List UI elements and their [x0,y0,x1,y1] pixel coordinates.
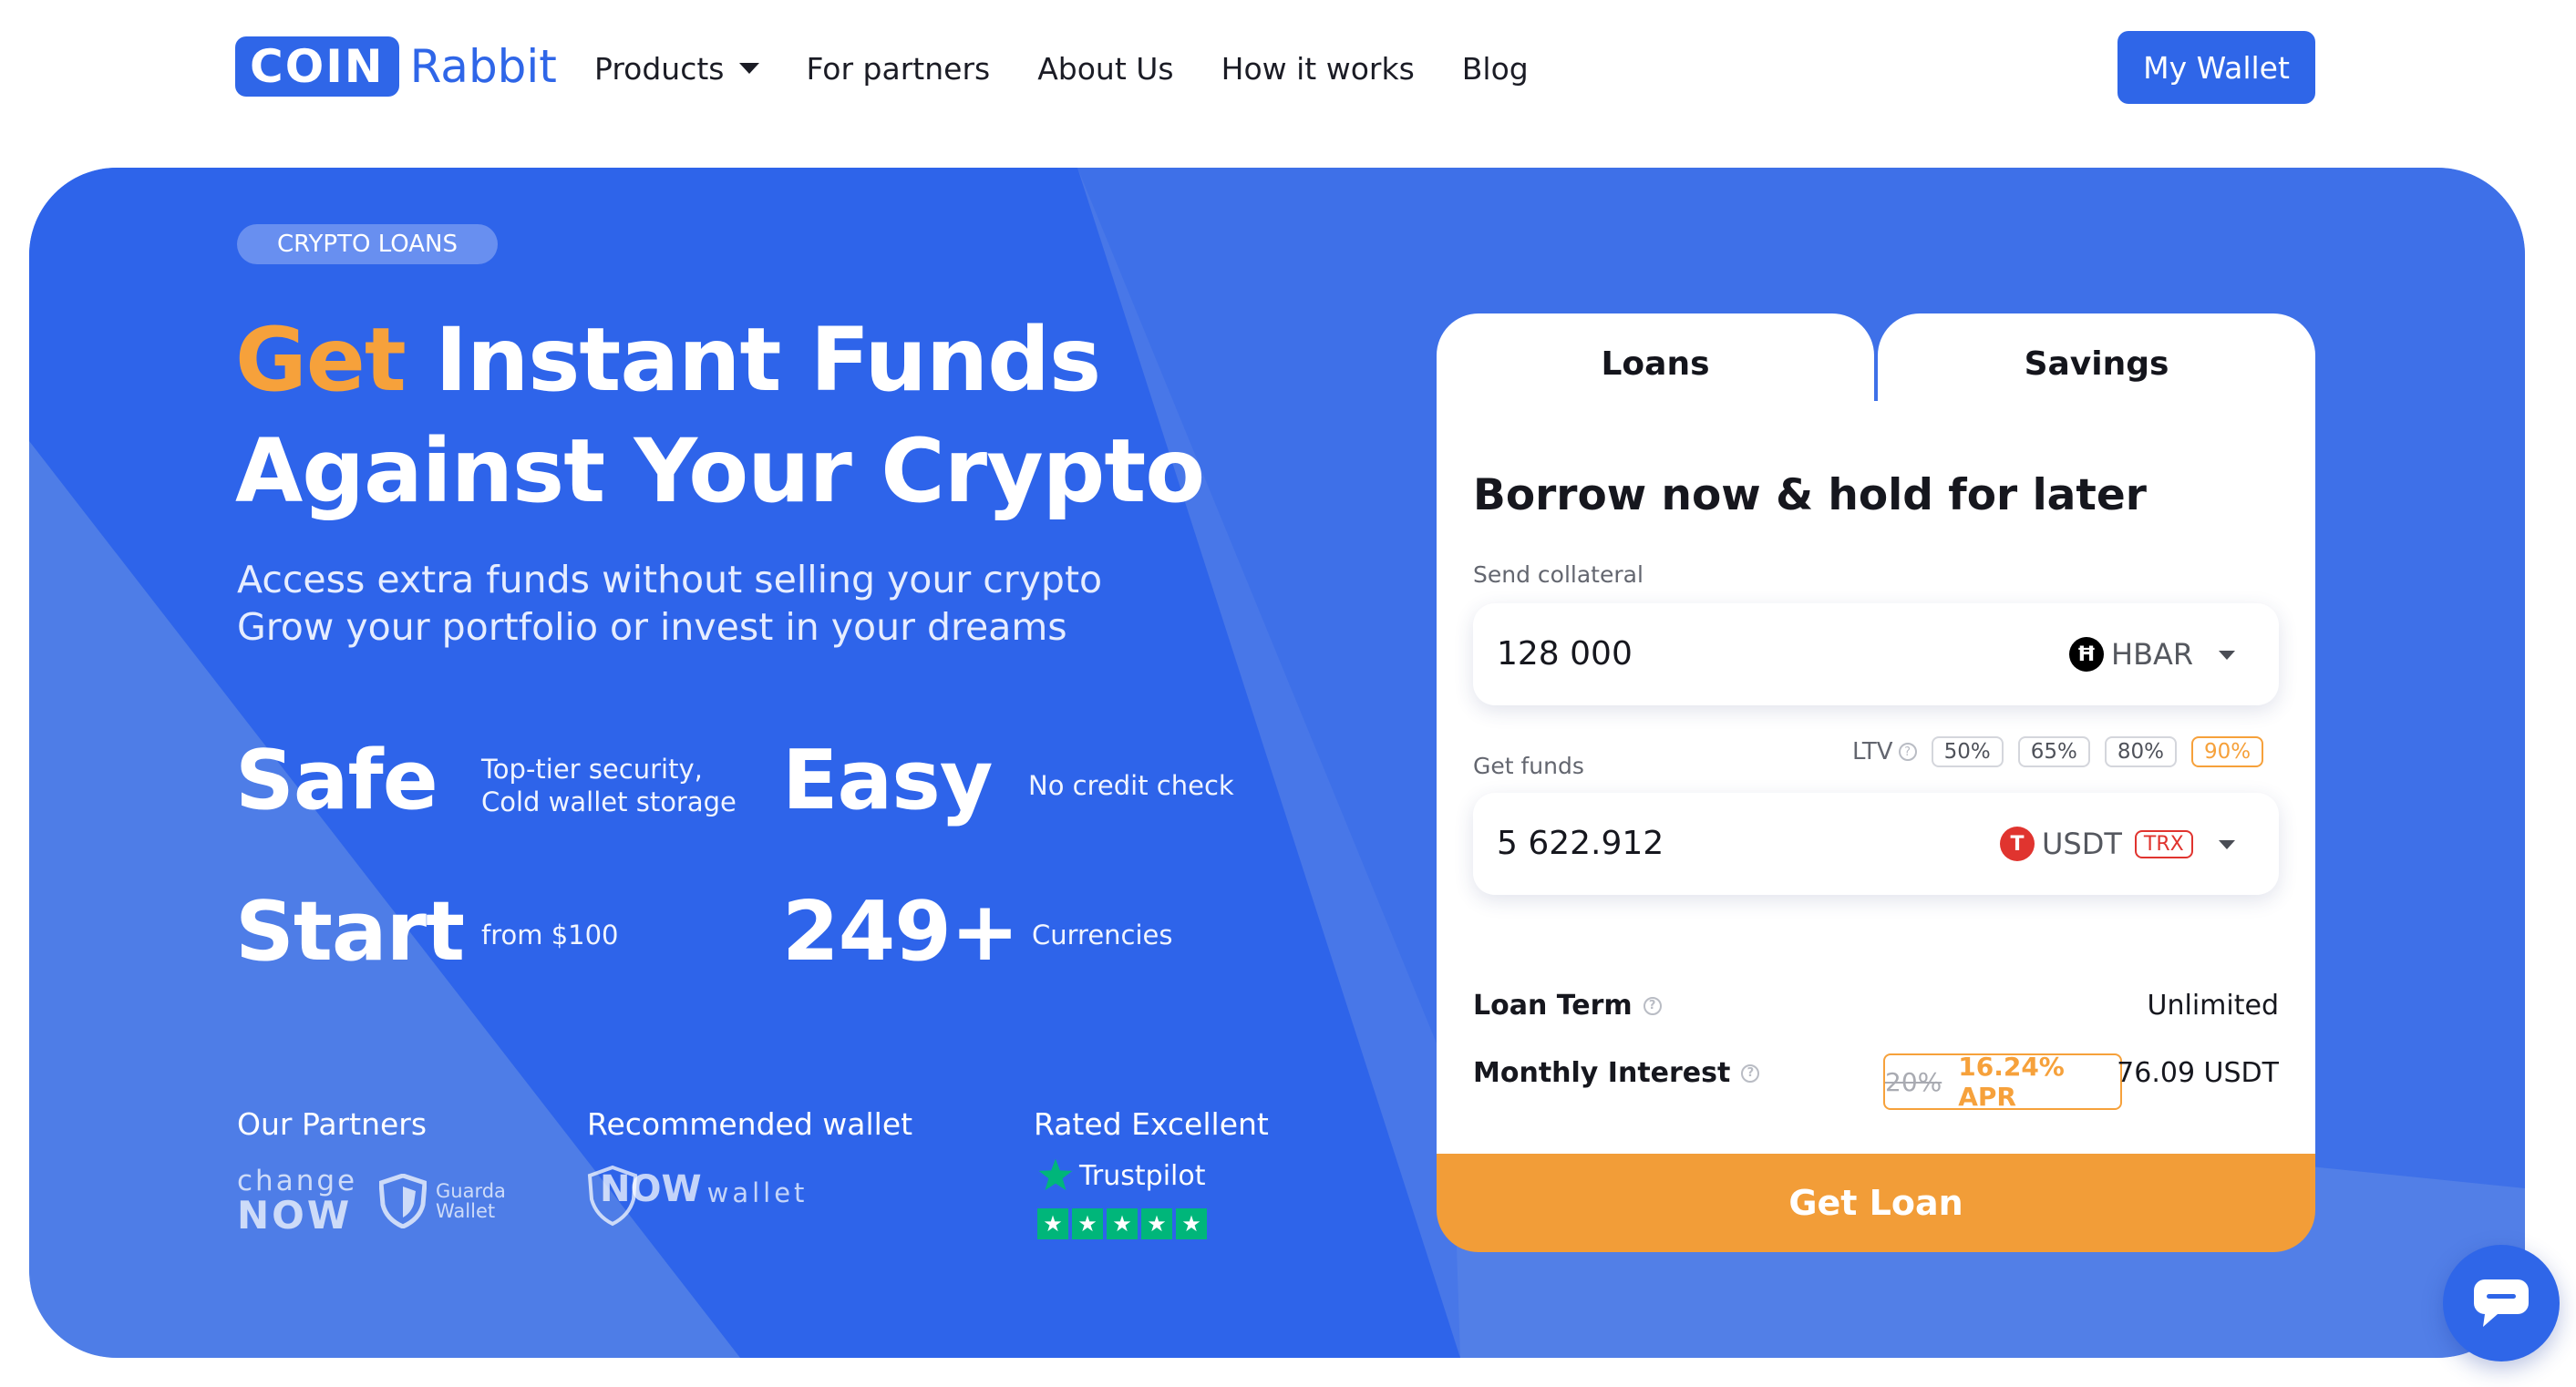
tab-savings[interactable]: Savings [1878,313,2315,414]
shield-icon [379,1174,427,1228]
nav-how-it-works[interactable]: How it works [1221,51,1415,87]
trustpilot-star-icon [1038,1158,1073,1191]
help-icon[interactable]: ? [1741,1063,1760,1083]
tab-loans[interactable]: Loans [1437,313,1874,414]
card-title: Borrow now & hold for later [1473,470,2147,520]
site-header: COIN Rabbit Products For partners About … [0,0,2576,168]
nav-for-partners[interactable]: For partners [807,51,991,87]
apr-new: 16.24% APR [1958,1052,2065,1112]
guarda-wallet-logo[interactable]: Guarda Wallet [379,1174,506,1228]
trustpilot-stars: ★ ★ ★ ★ ★ [1037,1208,1211,1239]
rated-excellent-title: Rated Excellent [1034,1106,1269,1142]
get-funds-label: Get funds [1473,753,1584,779]
trustpilot-star-box: ★ [1037,1208,1068,1239]
help-icon[interactable]: ? [1643,996,1662,1015]
now-wallet-light: wallet [706,1177,809,1208]
main-nav: Products For partners About Us How it wo… [594,46,1576,91]
monthly-interest-label: Monthly Interest ? [1473,1057,1760,1089]
hero-title-rest: Instant Funds [405,309,1101,411]
stat-safe: Safe [235,733,438,828]
stat-start: Start [235,884,465,980]
hero-title-line2: Against Your Crypto [235,420,1205,522]
chat-widget-button[interactable] [2443,1245,2560,1361]
card-body: Borrow now & hold for later Send collate… [1437,401,2315,1165]
network-badge: TRX [2134,829,2193,858]
monthly-interest-text: Monthly Interest [1473,1057,1731,1089]
hero-subtitle: Access extra funds without selling your … [237,556,1102,651]
ltv-label: LTV [1852,738,1893,765]
nav-products-label: Products [594,50,725,87]
guarda-line1: Guarda [436,1180,506,1202]
stat-easy: Easy [782,733,993,828]
now-wallet-bold: NOW [600,1168,702,1210]
apr-box: 20% 16.24% APR [1883,1052,2122,1112]
get-funds-field[interactable]: 5 622.912 T USDT TRX [1473,793,2279,895]
stat-currencies: 249+ [782,884,1019,980]
my-wallet-button[interactable]: My Wallet [2117,31,2315,104]
now-wallet-logo[interactable]: NOW wallet [587,1165,809,1227]
logo-text: Rabbit [409,40,557,93]
changenow-logo-bottom: NOW [237,1193,353,1238]
hero-subtitle-line2: Grow your portfolio or invest in your dr… [237,605,1067,649]
changenow-logo-top: change [237,1165,358,1197]
stat-currencies-desc: Currencies [1032,920,1173,950]
tether-coin-icon: T [2000,827,2035,861]
stat-start-desc: from $100 [481,920,619,950]
monthly-interest-value: 76.09 USDT [2117,1057,2279,1089]
get-amount-input[interactable]: 5 622.912 [1497,793,1664,895]
apr-old: 20% [1885,1066,1942,1097]
ltv-option-50[interactable]: 50% [1931,736,2004,767]
send-collateral-label: Send collateral [1473,561,1643,588]
loan-term-label: Loan Term ? [1473,990,1662,1022]
send-amount-input[interactable]: 128 000 [1497,603,1633,705]
chevron-down-icon[interactable] [2219,651,2235,660]
send-collateral-field[interactable]: 128 000 Ħ HBAR [1473,603,2279,705]
get-coin-select[interactable]: T USDT TRX [2000,793,2193,895]
coinrabbit-logo[interactable]: COIN Rabbit [235,36,557,97]
get-coin-label: USDT [2042,827,2122,861]
chevron-down-icon[interactable] [2219,840,2235,849]
partners-title: Our Partners [237,1106,428,1142]
chat-bubble-icon [2474,1279,2529,1327]
guarda-wallet-text: Guarda Wallet [436,1181,506,1221]
loan-term-text: Loan Term [1473,990,1633,1022]
changenow-logo[interactable]: change NOW [237,1166,357,1236]
chevron-down-icon [738,63,759,74]
hero-title-accent: Get [235,309,407,411]
loan-term-value: Unlimited [2147,990,2279,1022]
hbar-coin-icon: Ħ [2069,637,2104,672]
send-coin-label: HBAR [2111,637,2194,672]
stat-safe-desc: Top-tier security, Cold wallet storage [481,753,737,818]
hero-title: Get Instant Funds Against Your Crypto [235,304,1205,527]
crypto-loans-badge: CRYPTO LOANS [237,224,498,264]
trustpilot-star-box: ★ [1141,1208,1172,1239]
send-coin-select[interactable]: Ħ HBAR [2069,603,2193,705]
stat-safe-desc-line2: Cold wallet storage [481,786,737,817]
ltv-option-65[interactable]: 65% [2017,736,2090,767]
recommended-wallet-title: Recommended wallet [587,1106,913,1142]
ltv-selector: LTV ? 50% 65% 80% 90% [1852,736,2264,767]
trustpilot-label: Trustpilot [1079,1159,1206,1192]
nav-products[interactable]: Products [594,51,759,87]
help-icon[interactable]: ? [1898,743,1917,761]
trustpilot-star-box: ★ [1107,1208,1138,1239]
nav-blog[interactable]: Blog [1462,51,1529,87]
ltv-option-90[interactable]: 90% [2190,736,2264,767]
loan-calculator-card: Borrow now & hold for later Send collate… [1437,313,2315,1252]
nav-about-us[interactable]: About Us [1037,51,1173,87]
hero-subtitle-line1: Access extra funds without selling your … [237,558,1103,601]
ltv-option-80[interactable]: 80% [2104,736,2177,767]
trustpilot-star-box: ★ [1176,1208,1207,1239]
stat-safe-desc-line1: Top-tier security, [481,754,703,785]
trustpilot-star-box: ★ [1072,1208,1103,1239]
trustpilot-logo[interactable]: Trustpilot [1037,1157,1206,1194]
guarda-line2: Wallet [436,1200,496,1222]
stat-easy-desc: No credit check [1028,770,1234,801]
get-loan-button[interactable]: Get Loan [1437,1154,2315,1252]
logo-box-text: COIN [235,36,399,97]
